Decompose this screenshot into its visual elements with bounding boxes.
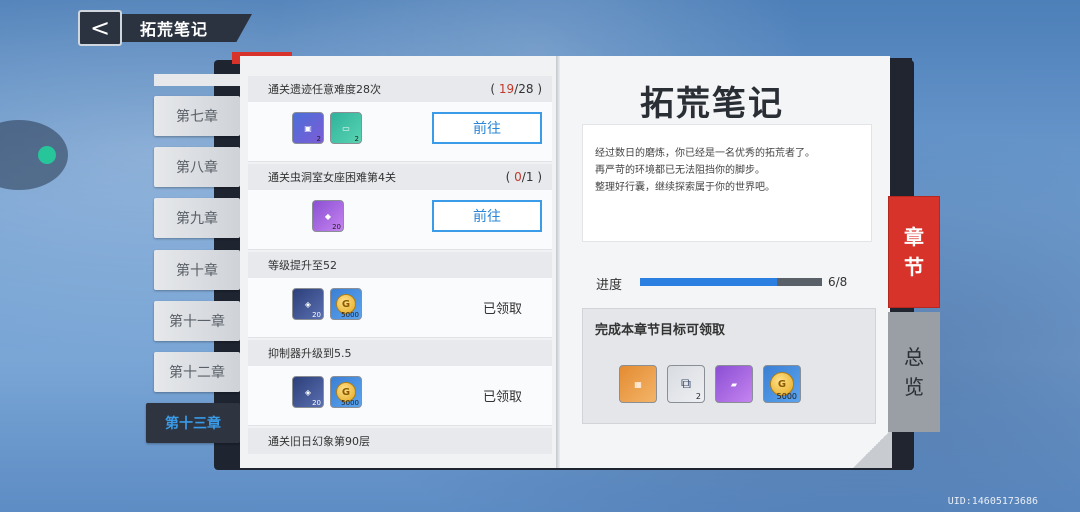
go-button[interactable]: 前往 bbox=[432, 200, 542, 232]
task-title: 通关旧日幻象第90层 bbox=[268, 435, 370, 448]
progress-label: 进度 bbox=[596, 278, 623, 293]
cube-crate-icon[interactable]: ▣ 2 bbox=[292, 112, 324, 144]
dark-cube-icon[interactable]: ◈ 20 bbox=[292, 288, 324, 320]
cartridge-icon[interactable]: ▭ 2 bbox=[330, 112, 362, 144]
chapter-tab-10[interactable]: 第十章 bbox=[154, 250, 240, 290]
progress-fill bbox=[640, 278, 777, 286]
orange-box-icon[interactable]: ▦ bbox=[619, 365, 657, 403]
page-curl bbox=[852, 430, 892, 468]
cartridge-pack-icon[interactable]: ⧉ 2 bbox=[667, 365, 705, 403]
task-title: 通关虫洞室女座困难第4关 bbox=[268, 171, 396, 184]
dark-cube-icon[interactable]: ◈ 20 bbox=[292, 376, 324, 408]
reward-title: 完成本章节目标可领取 bbox=[595, 323, 726, 338]
chapter-tab-stub bbox=[154, 74, 240, 86]
gold-coin-icon[interactable]: G 5000 bbox=[763, 365, 801, 403]
chapter-reward-panel: 完成本章节目标可领取 ▦ ⧉ 2 ▰ G 5000 bbox=[582, 308, 876, 424]
gold-coin-icon[interactable]: G 5000 bbox=[330, 288, 362, 320]
joystick-dot bbox=[38, 146, 56, 164]
task-body: ▣ 2 ▭ 2 前往 bbox=[248, 102, 552, 162]
task-progress: ( 0/1 ) bbox=[505, 170, 542, 184]
task-title: 等级提升至52 bbox=[268, 259, 337, 272]
task-card: 通关虫洞室女座困难第4关 ( 0/1 ) ◆ 20 前往 bbox=[248, 164, 552, 250]
chapter-tab-12[interactable]: 第十二章 bbox=[154, 352, 240, 392]
progress-value: 6/8 bbox=[828, 275, 848, 289]
task-page: 通关遗迹任意难度28次 ( 19/28 ) ▣ 2 ▭ 2 前往 通关虫洞室女座困难… bbox=[240, 56, 560, 468]
task-header: 等级提升至52 bbox=[248, 252, 552, 278]
task-header: 通关虫洞室女座困难第4关 ( 0/1 ) bbox=[248, 164, 552, 190]
uid-label: UID:14605173686 bbox=[947, 496, 1038, 507]
chapter-tab-9[interactable]: 第九章 bbox=[154, 198, 240, 238]
progress-bar bbox=[640, 278, 822, 286]
task-body: ◈ 20 G 5000 已领取 bbox=[248, 278, 552, 338]
tab-overview-char: 览 bbox=[904, 375, 924, 399]
task-card: 等级提升至52 ◈ 20 G 5000 已领取 bbox=[248, 252, 552, 338]
task-header: 通关遗迹任意难度28次 ( 19/28 ) bbox=[248, 76, 552, 102]
task-title: 抑制器升级到5.5 bbox=[268, 347, 352, 360]
purple-ticket-icon[interactable]: ▰ bbox=[715, 365, 753, 403]
go-button[interactable]: 前往 bbox=[432, 112, 542, 144]
gold-coin-icon[interactable]: G 5000 bbox=[330, 376, 362, 408]
task-card: 抑制器升级到5.5 ◈ 20 G 5000 已领取 bbox=[248, 340, 552, 426]
claimed-status: 已领取 bbox=[482, 302, 522, 317]
desc-line: 经过数日的磨炼，你已经是一名优秀的拓荒者了。 bbox=[595, 148, 815, 159]
top-bar: < 拓荒笔记 bbox=[78, 10, 258, 46]
task-card: 通关旧日幻象第90层 bbox=[248, 428, 552, 454]
tab-chapter-char: 章 bbox=[904, 225, 924, 249]
task-card: 通关遗迹任意难度28次 ( 19/28 ) ▣ 2 ▭ 2 前往 bbox=[248, 76, 552, 162]
chapter-tab-11[interactable]: 第十一章 bbox=[154, 301, 240, 341]
task-header: 抑制器升级到5.5 bbox=[248, 340, 552, 366]
page-title: 拓荒笔记 bbox=[122, 14, 252, 42]
notes-title: 拓荒笔记 bbox=[640, 84, 784, 124]
tab-chapter[interactable]: 章 节 bbox=[888, 196, 940, 308]
task-title: 通关遗迹任意难度28次 bbox=[268, 83, 381, 96]
task-progress: ( 19/28 ) bbox=[490, 82, 542, 96]
desc-line: 再严苛的环境都已无法阻挡你的脚步。 bbox=[595, 165, 765, 176]
tab-overview[interactable]: 总 览 bbox=[888, 312, 940, 432]
purple-gem-icon[interactable]: ◆ 20 bbox=[312, 200, 344, 232]
task-header: 通关旧日幻象第90层 bbox=[248, 428, 552, 454]
tab-overview-char: 总 bbox=[904, 345, 924, 369]
chapter-tab-13[interactable]: 第十三章 bbox=[146, 403, 240, 443]
tab-chapter-char: 节 bbox=[904, 255, 924, 279]
notes-description: 经过数日的磨炼，你已经是一名优秀的拓荒者了。 再严苛的环境都已无法阻挡你的脚步。… bbox=[582, 124, 872, 242]
task-body: ◈ 20 G 5000 已领取 bbox=[248, 366, 552, 426]
claimed-status: 已领取 bbox=[482, 390, 522, 405]
back-button[interactable]: < bbox=[78, 10, 122, 46]
info-page: 拓荒笔记 经过数日的磨炼，你已经是一名优秀的拓荒者了。 再严苛的环境都已无法阻挡… bbox=[560, 56, 890, 468]
desc-line: 整理好行囊，继续探索属于你的世界吧。 bbox=[595, 182, 775, 193]
chapter-tab-7[interactable]: 第七章 bbox=[154, 96, 240, 136]
chapter-tab-8[interactable]: 第八章 bbox=[154, 147, 240, 187]
task-body: ◆ 20 前往 bbox=[248, 190, 552, 250]
